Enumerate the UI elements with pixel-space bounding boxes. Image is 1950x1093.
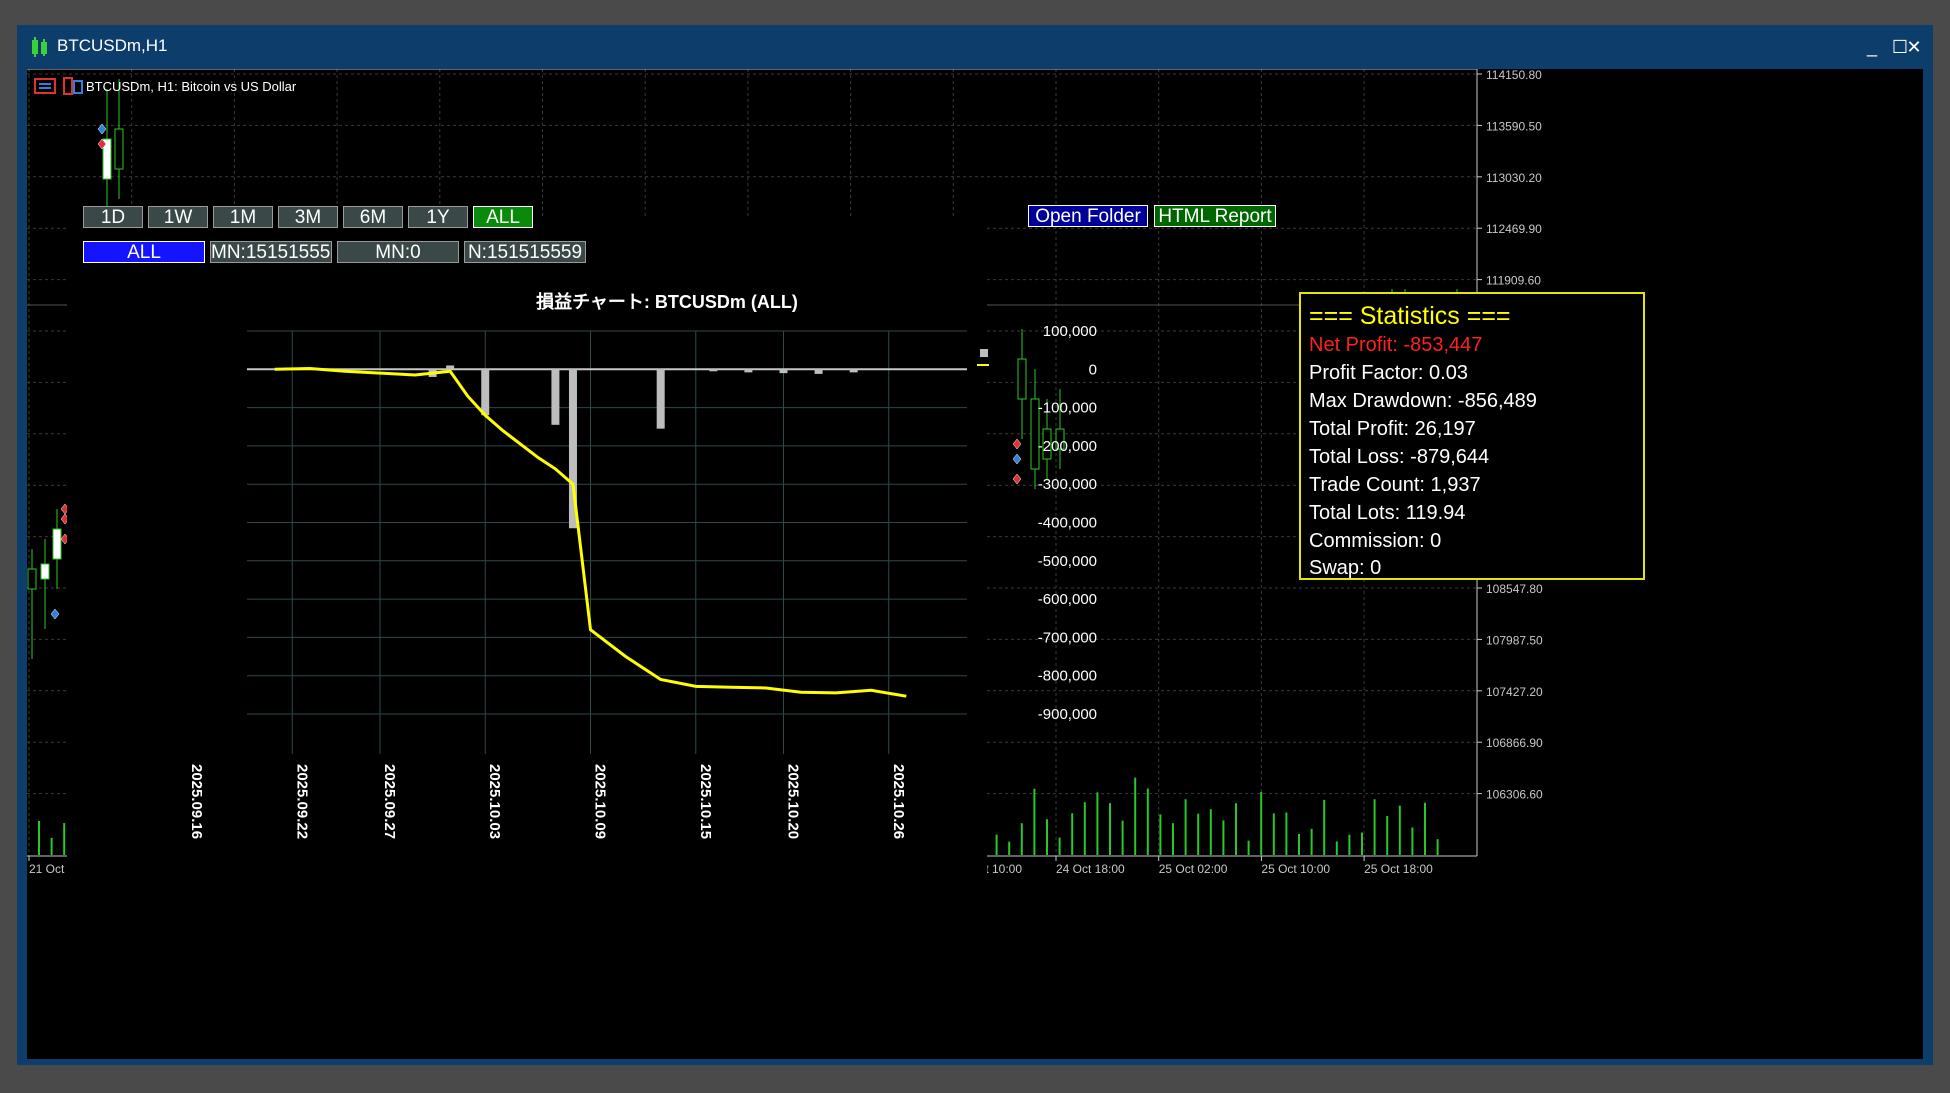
trade-count-value: Trade Count: 1,937 — [1309, 474, 1481, 496]
pnl-x-label: 2025.09.22 — [293, 764, 310, 839]
candle-body — [27, 568, 37, 590]
candle-body — [40, 563, 50, 580]
pnl-bar — [849, 369, 858, 373]
minimize-button[interactable]: _ — [1857, 33, 1887, 61]
pnl-x-label: 2025.10.15 — [697, 764, 714, 839]
price-label: 106866.90 — [1486, 736, 1543, 750]
pnl-y-label: -200,000 — [1038, 438, 1097, 455]
chart-type-icon-b — [73, 80, 83, 94]
one-click-trading-icon — [34, 78, 56, 94]
pnl-y-label: -700,000 — [1038, 629, 1097, 646]
ticket-filter-button[interactable]: N:151515559 — [464, 241, 586, 263]
price-label: 112469.90 — [1486, 222, 1542, 236]
candle-body — [114, 128, 124, 170]
magic-filter-all-button[interactable]: ALL — [83, 241, 205, 263]
swap-value: Swap: 0 — [1309, 557, 1382, 579]
pnl-bar — [656, 369, 665, 429]
trade-marker — [1012, 473, 1022, 485]
trade-marker — [1012, 453, 1022, 465]
period-button-3m[interactable]: 3M — [278, 206, 338, 228]
window-title: BTCUSDm,H1 — [57, 36, 168, 55]
price-chart[interactable]: 114150.80 113590.50 113030.20 112469.90 1119… — [27, 69, 1923, 1059]
period-button-all[interactable]: ALL — [473, 206, 533, 228]
pnl-y-label: -600,000 — [1038, 591, 1097, 608]
candlestick-chart-icon — [32, 37, 47, 57]
price-label: 107427.20 — [1486, 685, 1543, 699]
net-profit-value: Net Profit: -853,447 — [1309, 334, 1483, 356]
statistics-title: === Statistics === — [1309, 302, 1511, 330]
candle-body — [1017, 358, 1027, 400]
candle-body — [52, 528, 62, 560]
time-label: 25 Oct 18:00 — [1364, 862, 1433, 876]
period-button-1y[interactable]: 1Y — [408, 206, 468, 228]
total-lots-value: Total Lots: 119.94 — [1309, 502, 1466, 524]
max-drawdown-value: Max Drawdown: -856,489 — [1309, 390, 1537, 412]
pnl-bar — [814, 369, 823, 374]
total-loss-value: Total Loss: -879,644 — [1309, 446, 1490, 468]
pnl-y-label: -800,000 — [1038, 668, 1097, 685]
pnl-x-label: 2025.10.20 — [784, 764, 801, 839]
total-profit-value: Total Profit: 26,197 — [1309, 418, 1476, 440]
commission-value: Commission: 0 — [1309, 530, 1442, 552]
terminal-window: BTCUSDm,H1 _ ☐ ✕ 114150.80 113590.50 11303… — [17, 25, 1933, 1065]
pnl-x-label: 2025.10.03 — [486, 764, 503, 839]
pnl-bar — [481, 369, 490, 416]
pnl-x-label: 2025.10.26 — [890, 764, 907, 839]
chart-type-icon — [63, 77, 73, 95]
trade-marker — [50, 608, 60, 620]
close-button[interactable]: ✕ — [1899, 33, 1929, 61]
symbol-description: BTCUSDm, H1: Bitcoin vs US Dollar — [86, 79, 297, 94]
price-label: 111909.60 — [1486, 274, 1541, 288]
pnl-bar — [551, 369, 560, 425]
time-label: 25 Oct 02:00 — [1159, 862, 1228, 876]
price-label: 106306.60 — [1486, 788, 1543, 802]
period-button-6m[interactable]: 6M — [343, 206, 403, 228]
pnl-y-label: -300,000 — [1038, 476, 1097, 493]
price-label: 107987.50 — [1486, 633, 1543, 647]
pnl-y-label: -100,000 — [1038, 400, 1097, 417]
pnl-x-label: 2025.09.16 — [188, 764, 205, 839]
pnl-legend-marker — [980, 349, 988, 357]
pnl-y-label: 0 — [1089, 361, 1097, 378]
price-label: 108547.80 — [1486, 582, 1543, 596]
period-button-1d[interactable]: 1D — [83, 206, 143, 228]
pnl-y-label: -400,000 — [1038, 515, 1097, 532]
time-label: 24 Oct 18:00 — [1056, 862, 1125, 876]
pnl-bar — [744, 369, 753, 373]
pnl-bar — [709, 369, 718, 372]
title-bar[interactable]: BTCUSDm,H1 _ ☐ ✕ — [17, 25, 1933, 69]
magic-number-button[interactable]: MN:151515559 — [210, 241, 332, 263]
price-label: 113030.20 — [1486, 171, 1542, 185]
magic-zero-button[interactable]: MN:0 — [337, 241, 459, 263]
statistics-panel: === Statistics === Net Profit: -853,447 … — [1299, 292, 1645, 580]
profit-factor-value: Profit Factor: 0.03 — [1309, 362, 1468, 384]
price-label: 114150.80 — [1486, 69, 1542, 82]
pnl-chart-title: 損益チャート: BTCUSDm (ALL) — [536, 291, 798, 312]
trade-marker — [1012, 438, 1022, 450]
pnl-y-label: -900,000 — [1038, 706, 1097, 723]
open-folder-button[interactable]: Open Folder — [1028, 205, 1148, 227]
pnl-bar — [779, 369, 788, 374]
pnl-bar — [446, 365, 455, 370]
period-button-1w[interactable]: 1W — [148, 206, 208, 228]
html-report-button[interactable]: HTML Report — [1154, 205, 1276, 227]
pnl-y-label: -500,000 — [1038, 553, 1097, 570]
time-label: 25 Oct 10:00 — [1261, 862, 1330, 876]
period-button-1m[interactable]: 1M — [213, 206, 273, 228]
pnl-x-label: 2025.09.27 — [381, 764, 398, 839]
price-label: 113590.50 — [1486, 119, 1542, 133]
pnl-x-label: 2025.10.09 — [592, 764, 609, 839]
pnl-y-label: 100,000 — [1043, 323, 1097, 340]
